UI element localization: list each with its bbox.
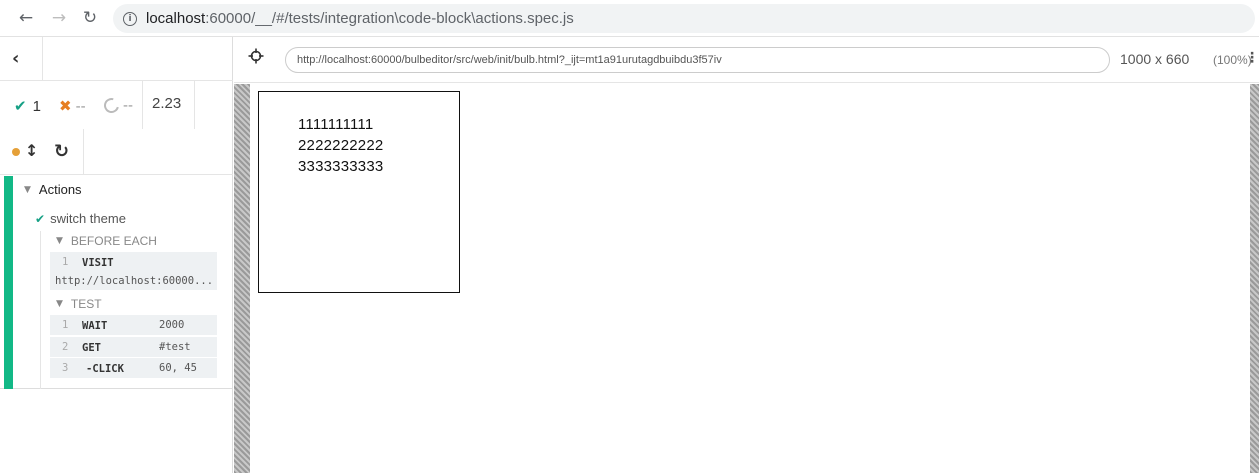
arrow-left-icon[interactable]: ← (16, 8, 36, 28)
tree-line (40, 231, 41, 389)
arrows-up-down-icon[interactable]: ↕ (25, 141, 38, 160)
more-vertical-icon[interactable]: ⋮ (1245, 50, 1259, 66)
failed-count: -- (75, 97, 86, 115)
viewport-border (1250, 84, 1259, 473)
reporter-header: ‹ (0, 37, 233, 81)
divider (83, 129, 84, 175)
suite-label: Actions (38, 182, 82, 197)
check-icon: ✔ (35, 211, 46, 226)
triangle-down-icon: ▼ (24, 184, 31, 195)
stats-row: ✔ 1 ✖ -- -- 2.23 (0, 81, 233, 129)
crosshair-icon[interactable] (248, 48, 264, 64)
reload-icon[interactable]: ↻ (80, 8, 100, 28)
aut-url-field[interactable]: http://localhost:60000/bulbeditor/src/we… (285, 47, 1110, 73)
restart-icon[interactable]: ↻ (54, 141, 69, 162)
aut-iframe[interactable]: 1111111111 2222222222 3333333333 (250, 84, 1250, 473)
command-number: 2 (62, 341, 69, 353)
command-number: 1 (62, 256, 69, 268)
command-message: #test (159, 341, 191, 353)
info-icon[interactable]: i (123, 11, 137, 26)
command-name: GET (82, 342, 101, 354)
hook-label: TEST (70, 297, 102, 311)
command-row[interactable]: 3 -CLICK 60, 45 (50, 358, 217, 378)
test-label: switch theme (50, 211, 126, 226)
url-path: :60000/__/#/tests/integration\code-block… (205, 10, 574, 27)
test-title[interactable]: ✔ switch theme (35, 211, 126, 226)
command-name: WAIT (82, 320, 108, 332)
spinner-icon (101, 95, 122, 116)
command-message: 2000 (159, 319, 185, 331)
command-message: http://localhost:60000... (55, 275, 214, 287)
suite-title[interactable]: ▼ Actions (24, 182, 82, 197)
viewport-size: 1000 x 660 (1120, 51, 1190, 67)
divider (194, 81, 195, 129)
code-line: 1111111111 (298, 116, 374, 133)
duration: 2.23 (152, 95, 182, 112)
x-icon: ✖ (59, 97, 72, 115)
passed-count: 1 (32, 97, 41, 115)
check-icon: ✔ (14, 97, 27, 115)
reporter-panel: ‹ ✔ 1 ✖ -- -- 2.23 ↕ ↻ ▼ Actions ✔ switc… (0, 37, 233, 473)
hook-test[interactable]: ▼ TEST (56, 297, 102, 311)
address-bar[interactable]: i localhost:60000/__/#/tests/integration… (113, 4, 1255, 33)
preview-toolbar: http://localhost:60000/bulbeditor/src/we… (234, 37, 1259, 83)
code-line: 2222222222 (298, 137, 384, 154)
command-number: 3 (62, 362, 69, 374)
failed-stat: ✖ -- (59, 97, 86, 115)
command-row[interactable]: 1 VISIT http://localhost:60000... (50, 252, 217, 290)
divider (42, 37, 43, 81)
chevron-left-icon[interactable]: ‹ (12, 48, 19, 69)
command-row[interactable]: 1 WAIT 2000 (50, 315, 217, 335)
command-number: 1 (62, 319, 69, 331)
command-name: VISIT (82, 257, 114, 269)
controls-row: ↕ ↻ (0, 129, 233, 175)
pass-state-bar (4, 176, 13, 389)
triangle-down-icon: ▼ (56, 236, 63, 246)
pending-count: -- (123, 97, 133, 114)
running-indicator (12, 148, 20, 156)
pending-stat: -- (101, 95, 133, 116)
command-name: -CLICK (86, 363, 124, 375)
command-message: 60, 45 (159, 362, 197, 374)
hook-label: BEFORE EACH (70, 234, 157, 248)
url-host: localhost (146, 10, 206, 27)
code-line: 3333333333 (298, 158, 384, 175)
triangle-down-icon: ▼ (56, 299, 63, 309)
viewport-border (234, 84, 250, 473)
passed-stat: ✔ 1 (14, 97, 41, 115)
divider (142, 81, 143, 129)
arrow-right-icon[interactable]: → (49, 8, 69, 28)
hook-before-each[interactable]: ▼ BEFORE EACH (56, 234, 157, 248)
runnables-list: ▼ Actions ✔ switch theme ▼ BEFORE EACH 1… (0, 176, 233, 389)
command-row[interactable]: 2 GET #test (50, 337, 217, 357)
browser-toolbar: ← → ↻ i localhost:60000/__/#/tests/integ… (0, 0, 1259, 37)
code-block[interactable]: 1111111111 2222222222 3333333333 (258, 91, 460, 293)
